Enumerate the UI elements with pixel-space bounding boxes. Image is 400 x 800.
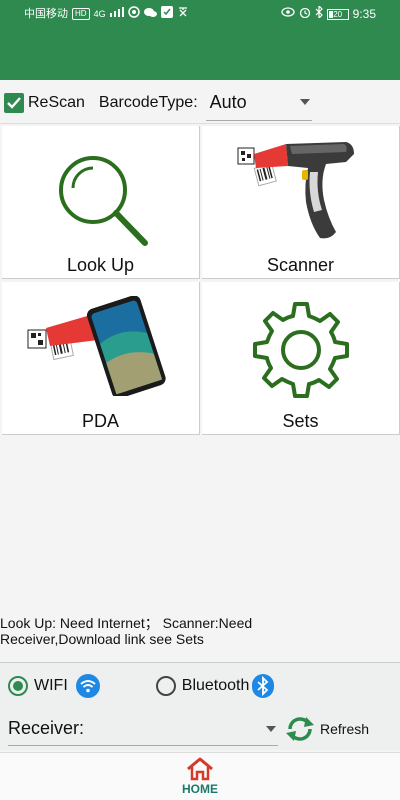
- gear-icon: [252, 302, 349, 398]
- tile-pda[interactable]: PDA: [2, 282, 200, 435]
- notice-line-1: Look Up: Need Internet； Scanner:Need: [0, 615, 253, 631]
- bluetooth-label: Bluetooth: [181, 676, 250, 694]
- tile-scanner[interactable]: Scanner: [202, 126, 400, 279]
- tile-sets[interactable]: Sets: [202, 282, 400, 435]
- wechat-icon: [143, 7, 157, 22]
- tile-look-up[interactable]: Look Up: [2, 126, 200, 279]
- pda-phone-icon: [27, 296, 166, 396]
- notice-line-2: Receiver,Download link see Sets: [0, 631, 204, 647]
- home-icon: [187, 757, 213, 781]
- barcode-scanner-icon: [237, 142, 354, 239]
- receiver-select[interactable]: Receiver:: [8, 712, 278, 746]
- app-badge-icon: [160, 6, 173, 22]
- wifi-label: WIFI: [34, 676, 68, 694]
- eye-icon: [280, 7, 295, 21]
- magnifier-icon: [58, 156, 148, 246]
- chevron-down-icon: [299, 99, 310, 105]
- refresh-button[interactable]: Refresh: [284, 715, 369, 743]
- hd-badge: HD: [72, 8, 90, 20]
- tile-label: Look Up: [66, 255, 135, 275]
- barcode-type-label: BarcodeType:: [98, 93, 198, 111]
- wifi-icon: [75, 673, 100, 698]
- refresh-icon: [286, 717, 314, 741]
- bottom-nav: HOME: [0, 752, 400, 800]
- receiver-label: Receiver:: [8, 718, 85, 738]
- translate-icon: [177, 6, 189, 22]
- home-label: HOME: [182, 782, 218, 796]
- tile-label: PDA: [81, 411, 119, 431]
- rescan-label[interactable]: ReScan: [28, 94, 85, 112]
- bluetooth-option[interactable]: Bluetooth: [155, 673, 276, 698]
- carrier-text: 中国移动: [24, 8, 68, 20]
- status-right: 20 9:35: [280, 4, 376, 22]
- barcode-type-value: Auto: [209, 91, 247, 112]
- battery-icon: 20: [326, 8, 349, 20]
- chevron-down-icon: [266, 725, 276, 732]
- usage-notice: Look Up: Need Internet； Scanner:Need Rec…: [0, 615, 400, 647]
- bluetooth-status-icon: [315, 4, 323, 22]
- status-bar: 中国移动 HD 4G 20 9:35: [0, 0, 400, 80]
- rescan-checkbox[interactable]: [4, 92, 24, 113]
- bluetooth-icon: [252, 673, 275, 698]
- wifi-radio[interactable]: [8, 675, 28, 696]
- connection-selector: WIFI Bluetooth: [0, 662, 400, 708]
- battery-level: 20: [333, 9, 343, 19]
- signal-icon: [109, 7, 124, 21]
- status-left: 中国移动 HD 4G: [24, 6, 189, 22]
- wifi-option[interactable]: WIFI: [8, 673, 100, 698]
- check-icon: [7, 96, 21, 109]
- tile-label: Sets: [282, 411, 319, 431]
- bluetooth-radio[interactable]: [155, 675, 176, 696]
- network-indicator: 4G: [93, 9, 106, 19]
- tile-label: Scanner: [266, 255, 335, 275]
- notification-icon: [127, 6, 140, 22]
- receiver-row: Receiver: Refresh: [0, 708, 400, 750]
- barcode-type-select[interactable]: Auto: [205, 85, 312, 121]
- feature-grid: Look Up Scanner PDA Sets: [0, 124, 400, 439]
- clock: 9:35: [352, 7, 376, 21]
- refresh-label: Refresh: [320, 721, 370, 737]
- options-toolbar: ReScan BarcodeType: Auto: [0, 82, 400, 124]
- nav-home[interactable]: HOME: [182, 757, 218, 796]
- alarm-icon: [299, 6, 311, 22]
